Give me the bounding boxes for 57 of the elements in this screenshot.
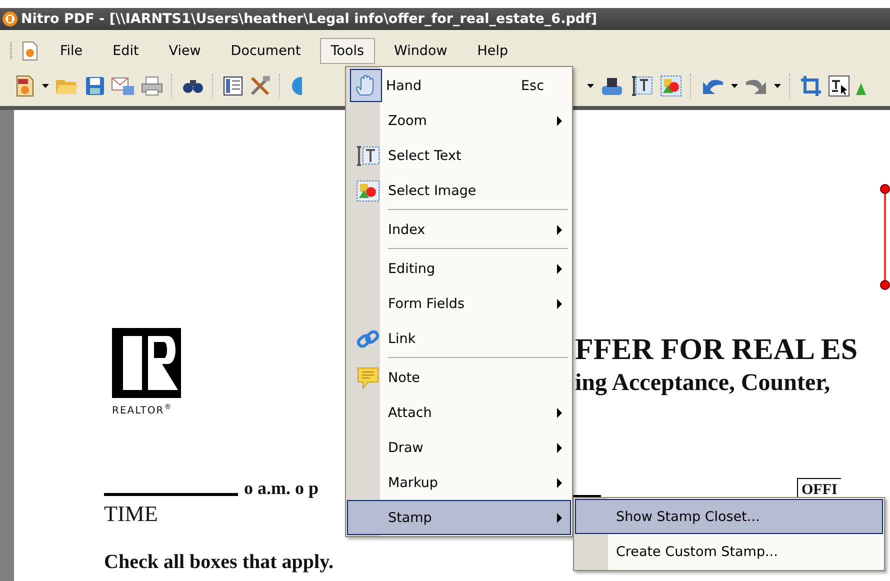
submenu-arrow-icon (557, 224, 562, 234)
realtor-logo-text: REALTOR$^{®}$ (112, 403, 174, 416)
submenu-arrow-icon (557, 408, 562, 418)
fill-in-line[interactable] (104, 493, 238, 496)
menu-item[interactable]: Zoom (347, 103, 571, 138)
page-icon[interactable] (223, 76, 243, 96)
time-options: o a.m. o p (244, 478, 319, 500)
printer-icon[interactable] (141, 76, 163, 96)
instruction-text: Check all boxes that apply. (104, 551, 334, 574)
realtor-logo-icon (112, 328, 181, 398)
menu-item[interactable]: Help (466, 38, 520, 64)
tools-icon[interactable] (249, 75, 271, 97)
save-icon[interactable] (85, 76, 105, 96)
document-subheading: ing Acceptance, Counter, (575, 369, 832, 398)
menu-item[interactable]: Editing (347, 251, 571, 286)
select-image-icon (354, 178, 382, 204)
menu-item[interactable]: Tools (320, 38, 376, 64)
pdf-file-icon[interactable] (14, 75, 36, 97)
menu-item[interactable]: Window (383, 38, 458, 64)
submenu-arrow-icon (557, 298, 562, 308)
menu-item[interactable]: Hand Esc (347, 68, 571, 103)
submenu-arrow-icon (557, 442, 562, 452)
menu-item[interactable]: Note (347, 360, 571, 395)
menu-item[interactable]: Document (220, 38, 312, 64)
crop-icon[interactable] (800, 75, 822, 97)
menu-item[interactable]: View (158, 38, 212, 64)
menu-item[interactable]: Edit (102, 38, 150, 64)
app-logo-icon (2, 11, 18, 27)
menu-item[interactable]: Attach (347, 395, 571, 430)
grip-icon (10, 40, 13, 62)
submenu-arrow-icon (557, 512, 562, 522)
submenu-arrow-icon (557, 478, 562, 488)
menu-item[interactable]: File (49, 38, 94, 64)
menu-item[interactable]: Create Custom Stamp... (575, 534, 883, 569)
text-cursor-icon[interactable] (828, 75, 850, 97)
select-text-icon[interactable] (630, 75, 654, 97)
caret-icon[interactable] (774, 84, 781, 88)
time-label: TIME (104, 501, 159, 528)
submenu-arrow-icon (557, 264, 562, 274)
scanner-icon[interactable] (600, 76, 624, 96)
caret-icon[interactable] (42, 84, 49, 88)
document-heading: FFER FOR REAL ES (575, 332, 858, 368)
menu-item[interactable]: Stamp (347, 500, 571, 535)
shortcut-text: Esc (521, 78, 544, 94)
binoculars-icon[interactable] (182, 77, 204, 95)
menu-item[interactable]: Markup (347, 465, 571, 500)
select-image-icon[interactable] (660, 75, 682, 97)
menu-item[interactable]: Select Text (347, 138, 571, 173)
menu-item[interactable]: Form Fields (347, 286, 571, 321)
caret-icon[interactable] (587, 84, 594, 88)
caret-icon[interactable] (731, 84, 738, 88)
mail-icon[interactable] (111, 76, 135, 96)
window-title: Nitro PDF - [\\IARNTS1\Users\heather\Legal info\offer_for_real_estate_6.pdf] (21, 11, 598, 27)
submenu-arrow-icon (557, 116, 562, 126)
menu-item[interactable]: Draw (347, 430, 571, 465)
menu-item[interactable]: Show Stamp Closet... (575, 499, 883, 534)
document-icon[interactable] (21, 41, 39, 61)
